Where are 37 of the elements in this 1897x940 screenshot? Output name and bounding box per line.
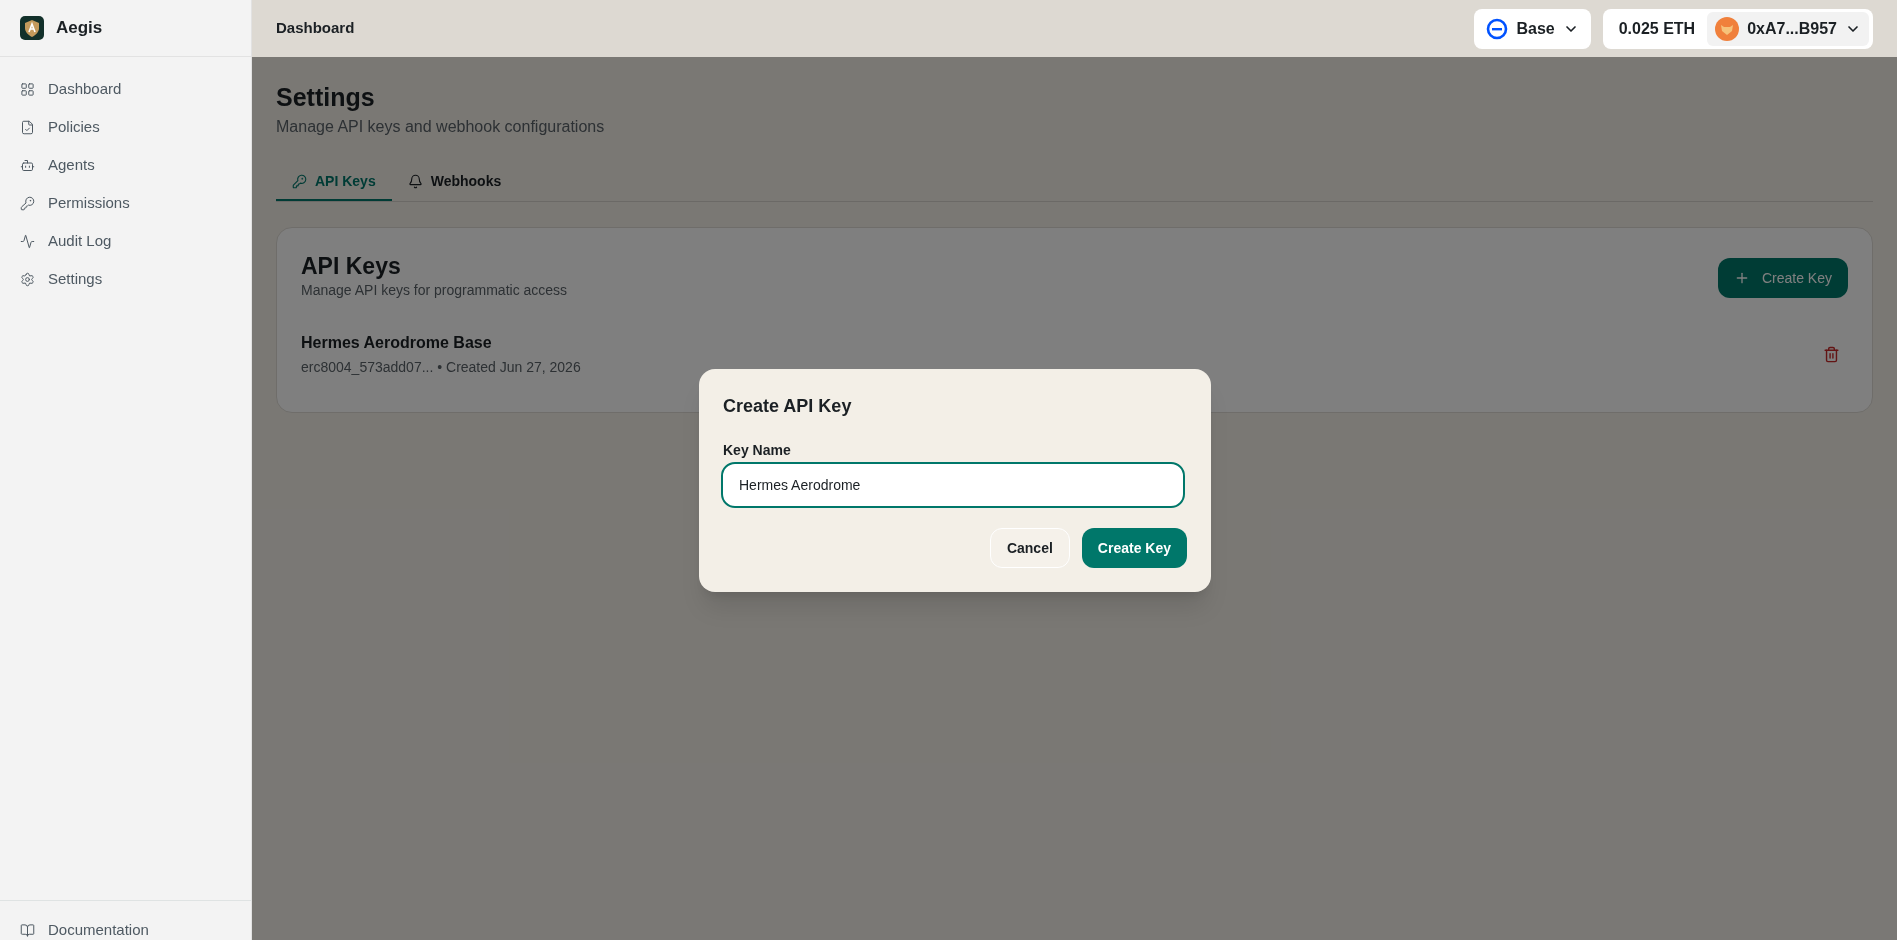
- document-check-icon: [20, 119, 35, 135]
- book-icon: [20, 922, 35, 938]
- sidebar-item[interactable]: Permissions: [0, 184, 251, 222]
- key-name: Hermes Aerodrome Base: [301, 333, 493, 353]
- key-details: erc8004_573add07... • Created Jun 27, 2026: [301, 358, 581, 377]
- page-title: Settings: [276, 82, 376, 113]
- pulse-icon: [20, 233, 35, 249]
- cancel-button[interactable]: Cancel: [989, 528, 1070, 568]
- wallet-account-button[interactable]: 0xA7...B957: [1707, 11, 1869, 46]
- page-subtitle: Manage API keys and webhook configurations: [276, 117, 606, 137]
- app-name: Aegis: [56, 17, 103, 40]
- robot-icon: [20, 157, 35, 173]
- network-icon: [1486, 17, 1509, 40]
- key-icon: [20, 195, 35, 211]
- sidebar-item[interactable]: Agents: [0, 146, 251, 184]
- confirm-button[interactable]: Create Key: [1081, 528, 1187, 568]
- key-icon: [292, 173, 307, 189]
- sidebar-item[interactable]: Dashboard: [0, 70, 251, 108]
- tab[interactable]: Webhooks: [391, 163, 518, 201]
- sidebar-item[interactable]: Settings: [0, 260, 251, 298]
- sidebar-item[interactable]: Audit Log: [0, 222, 251, 260]
- card-title: API Keys: [301, 252, 402, 280]
- card-subtitle: Manage API keys for programmatic access: [301, 281, 568, 300]
- grid-icon: [20, 81, 35, 97]
- key-name-field[interactable]: Hermes Aerodrome: [721, 462, 1185, 508]
- network-selector[interactable]: Base: [1474, 8, 1591, 49]
- sidebar-item[interactable]: Documentation: [0, 920, 251, 940]
- sidebar-item[interactable]: Policies: [0, 108, 251, 146]
- shield-logo-icon: [20, 16, 44, 40]
- delete-icon[interactable]: [1823, 346, 1840, 363]
- dialog-title: Create API Key: [723, 395, 853, 418]
- fox-avatar-icon: [1715, 16, 1740, 41]
- field-label: Key Name: [723, 441, 792, 460]
- wallet-balance: 0.025 ETH: [1617, 18, 1697, 39]
- bell-icon: [407, 173, 423, 189]
- settings-icon: [20, 271, 35, 287]
- header-title: Dashboard: [276, 18, 355, 39]
